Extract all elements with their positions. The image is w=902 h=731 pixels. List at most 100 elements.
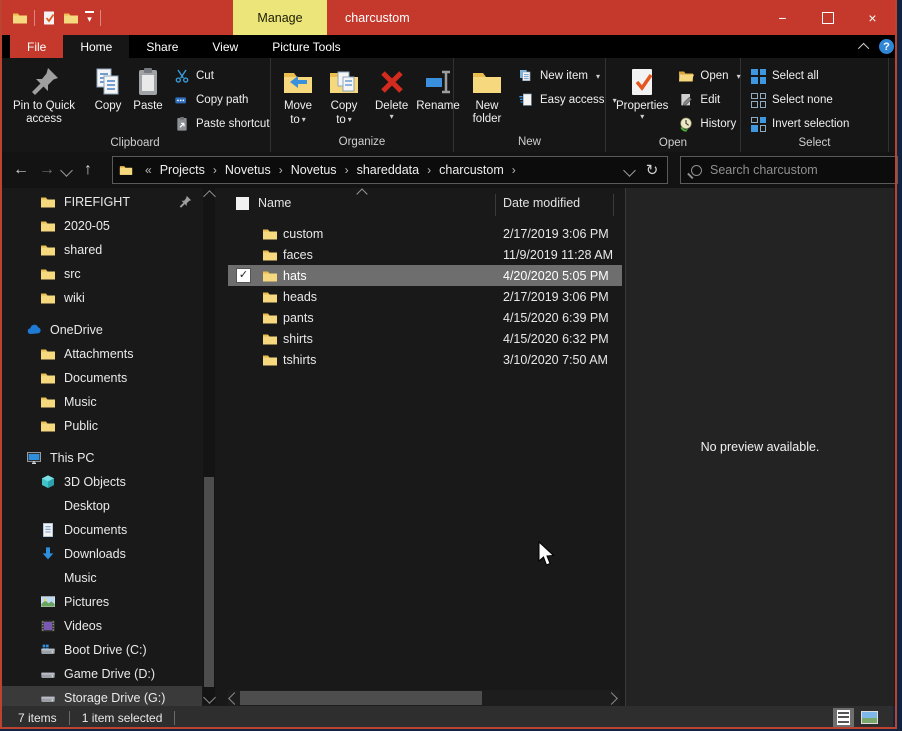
paste-shortcut-button[interactable]: Paste shortcut [168, 112, 276, 136]
thumbnails-view-button[interactable] [859, 708, 880, 727]
column-divider[interactable] [495, 194, 496, 216]
file-row[interactable]: heads 2/17/2019 3:06 PM [228, 286, 622, 307]
sidebar-item[interactable]: 2020-05 [2, 214, 202, 238]
forward-button[interactable]: → [34, 161, 60, 179]
breadcrumb-item[interactable]: Novetus [223, 163, 273, 177]
help-icon[interactable]: ? [879, 39, 894, 54]
copy-path-button[interactable]: Copy path [168, 88, 276, 112]
select-none-button[interactable]: Select none [745, 88, 855, 112]
copy-button[interactable]: Copy [88, 62, 128, 113]
tab-manage[interactable]: Manage [233, 0, 327, 35]
search-box[interactable]: Search charcustom [680, 156, 898, 184]
sidebar-scrollbar[interactable] [203, 188, 215, 704]
breadcrumb-separator-icon[interactable]: › [506, 163, 522, 177]
sidebar-item[interactable]: Storage Drive (G:) [2, 686, 202, 706]
file-row[interactable]: shirts 4/15/2020 6:32 PM [228, 328, 622, 349]
scroll-down-icon[interactable] [203, 691, 216, 704]
scroll-left-icon[interactable] [228, 692, 241, 705]
address-bar[interactable]: « Projects›Novetus›Novetus›shareddata›ch… [112, 156, 645, 184]
sidebar-item[interactable]: Videos [2, 614, 202, 638]
file-row[interactable]: pants 4/15/2020 6:39 PM [228, 307, 622, 328]
folder-icon[interactable] [12, 10, 28, 26]
scrollbar-thumb[interactable] [240, 691, 482, 705]
breadcrumb-item[interactable]: shareddata [355, 163, 422, 177]
delete-button[interactable]: Delete ▾ [371, 62, 412, 121]
history-button[interactable]: History [672, 112, 746, 136]
breadcrumb-separator-icon[interactable]: › [207, 163, 223, 177]
breadcrumb-item[interactable]: charcustom [437, 163, 506, 177]
sidebar-item[interactable]: Desktop [2, 494, 202, 518]
tab-home[interactable]: Home [63, 35, 129, 58]
sidebar-item[interactable]: Boot Drive (C:) [2, 638, 202, 662]
sidebar-item[interactable]: Documents [2, 366, 202, 390]
breadcrumb-separator-icon[interactable]: › [421, 163, 437, 177]
sidebar-item[interactable]: Music [2, 390, 202, 414]
properties-checkmark-icon[interactable] [41, 10, 57, 26]
column-header-date-modified[interactable]: Date modified [503, 196, 580, 210]
status-bar: 7 items 1 item selected [2, 706, 893, 729]
tab-picture-tools[interactable]: Picture Tools [255, 35, 357, 58]
maximize-button[interactable] [805, 0, 850, 35]
breadcrumb-item[interactable]: Novetus [289, 163, 339, 177]
details-view-button[interactable] [833, 708, 854, 727]
breadcrumb-item[interactable]: Projects [158, 163, 207, 177]
horizontal-scrollbar[interactable] [228, 690, 620, 706]
file-date-modified: 2/17/2019 3:06 PM [503, 290, 609, 304]
copy-to-button[interactable]: Copy to▾ [321, 62, 367, 127]
folder-icon [40, 346, 56, 362]
breadcrumb-separator-icon[interactable]: › [273, 163, 289, 177]
minimize-button[interactable]: − [760, 0, 805, 35]
sidebar-item[interactable]: Downloads [2, 542, 202, 566]
sidebar-item[interactable]: wiki [2, 286, 202, 310]
tab-share[interactable]: Share [129, 35, 195, 58]
sidebar-item[interactable]: FIREFIGHT [2, 190, 202, 214]
file-row[interactable]: faces 11/9/2019 11:28 AM [228, 244, 622, 265]
sidebar-item[interactable]: Documents [2, 518, 202, 542]
sidebar-item[interactable]: Pictures [2, 590, 202, 614]
sidebar-item[interactable]: shared [2, 238, 202, 262]
folder-icon[interactable] [63, 10, 79, 26]
scroll-right-icon[interactable] [605, 692, 618, 705]
sort-ascending-icon [356, 188, 367, 199]
pin-to-quick-access-button[interactable]: Pin to Quick access [0, 62, 88, 126]
sidebar-item[interactable]: src [2, 262, 202, 286]
sidebar-item[interactable]: Attachments [2, 342, 202, 366]
qat-customize-dropdown-icon[interactable]: ▾ [85, 11, 94, 24]
select-all-checkbox[interactable] [236, 197, 249, 210]
sidebar-item[interactable]: Game Drive (D:) [2, 662, 202, 686]
paste-button[interactable]: Paste [128, 62, 168, 113]
up-button[interactable]: ↑ [75, 161, 101, 179]
row-checkbox[interactable]: ✓ [236, 268, 251, 283]
open-button[interactable]: Open▾ [672, 64, 746, 88]
address-dropdown-icon[interactable] [623, 164, 636, 177]
close-button[interactable]: × [850, 0, 895, 35]
properties-button[interactable]: Properties ▾ [612, 62, 672, 121]
refresh-button[interactable]: ↻ [637, 156, 668, 184]
tab-file[interactable]: File [10, 35, 63, 58]
sidebar-item[interactable]: This PC [2, 446, 202, 470]
file-row[interactable]: tshirts 3/10/2020 7:50 AM [228, 349, 622, 370]
select-all-button[interactable]: Select all [745, 64, 855, 88]
scroll-up-icon[interactable] [203, 190, 216, 203]
move-to-button[interactable]: Move to▾ [275, 62, 321, 127]
sidebar-item[interactable]: Public [2, 414, 202, 438]
file-row[interactable]: custom 2/17/2019 3:06 PM [228, 223, 622, 244]
back-button[interactable]: ← [8, 161, 34, 179]
edit-button[interactable]: Edit [672, 88, 746, 112]
invert-selection-button[interactable]: Invert selection [745, 112, 855, 136]
scrollbar-thumb[interactable] [204, 477, 214, 687]
sidebar-item[interactable]: OneDrive [2, 318, 202, 342]
sidebar-item[interactable]: 3D Objects [2, 470, 202, 494]
sidebar-item[interactable]: Music [2, 566, 202, 590]
folder-icon [262, 352, 278, 368]
column-header-name[interactable]: Name [258, 196, 291, 210]
file-name: faces [283, 248, 313, 262]
column-divider[interactable] [613, 194, 614, 216]
recent-locations-icon[interactable] [60, 164, 73, 177]
new-folder-button[interactable]: New folder [462, 62, 512, 126]
breadcrumb-separator-icon[interactable]: › [339, 163, 355, 177]
file-row[interactable]: ✓ hats 4/20/2020 5:05 PM [228, 265, 622, 286]
tab-view[interactable]: View [195, 35, 255, 58]
breadcrumb-collapsed-marker[interactable]: « [139, 163, 158, 177]
cut-button[interactable]: Cut [168, 64, 276, 88]
